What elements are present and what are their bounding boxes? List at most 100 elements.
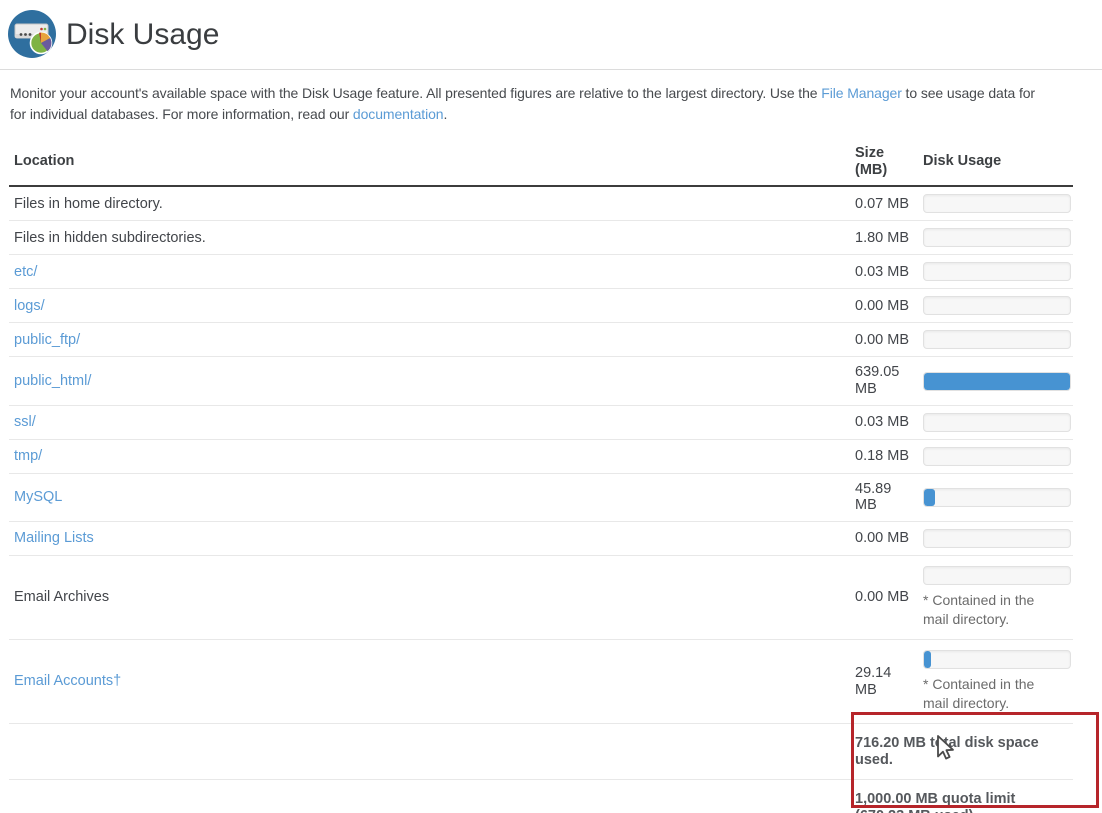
location-cell: public_ftp/ [9,323,846,357]
disk-usage-bar-fill [924,489,935,506]
size-value: 0.00 MB [846,289,915,323]
disk-usage-cell [915,473,1073,521]
size-value: 639.05 MB [846,357,915,405]
disk-usage-icon [8,10,56,58]
table-row: Files in home directory.0.07 MB [9,186,1073,221]
empty-cell [9,724,846,780]
disk-usage-page: { "header": { "title": "Disk Usage" }, "… [0,0,1102,813]
disk-usage-cell [915,405,1073,439]
location-link[interactable]: logs/ [14,298,45,314]
table-row: ssl/0.03 MB [9,405,1073,439]
table-footer: 716.20 MB total disk space used. 1,000.0… [9,724,1073,813]
size-value: 0.07 MB [846,186,915,221]
description-text: to see usage data for [902,85,1035,101]
file-manager-link[interactable]: File Manager [821,85,902,101]
disk-usage-cell [915,221,1073,255]
table-row: MySQL 45.89 MB [9,473,1073,521]
disk-usage-cell [915,439,1073,473]
description-text: Monitor your account's available space w… [10,85,821,101]
total-disk-space-cell: 716.20 MB total disk space used. [846,724,1073,780]
size-value: 0.00 MB [846,522,915,556]
location-cell: logs/ [9,289,846,323]
column-header-disk-usage: Disk Usage [915,138,1073,186]
quota-limit: 1,000.00 MB quota limit (670.23 MB used)… [855,791,1055,813]
documentation-link[interactable]: documentation [353,106,444,122]
disk-usage-bar [923,566,1071,585]
disk-usage-bar [923,262,1071,281]
location-link[interactable]: public_ftp/ [14,332,80,348]
size-value: 0.03 MB [846,405,915,439]
location-label: Files in home directory. [9,186,846,221]
disk-usage-bar [923,296,1071,315]
disk-usage-bar [923,650,1071,669]
disk-usage-cell [915,323,1073,357]
disk-usage-bar [923,413,1071,432]
disk-usage-bar [923,447,1071,466]
table-row: public_html/639.05 MB [9,357,1073,405]
page-header: Disk Usage [0,0,1102,70]
column-header-location: Location [9,138,846,186]
description: Monitor your account's available space w… [0,70,1102,125]
size-value: 0.00 MB [846,556,915,640]
size-value: 0.03 MB [846,255,915,289]
total-disk-space-used: 716.20 MB total disk space used. [855,735,1055,768]
size-value: 1.80 MB [846,221,915,255]
contained-in-mail-note: * Contained in the mail directory. [923,675,1063,713]
disk-usage-cell: * Contained in the mail directory. [915,556,1073,640]
disk-usage-bar [923,529,1071,548]
disk-usage-cell [915,522,1073,556]
disk-usage-bar-fill [924,373,1070,390]
location-link[interactable]: tmp/ [14,448,42,464]
disk-usage-bar-fill [924,651,931,668]
size-value: 0.18 MB [846,439,915,473]
disk-usage-table: Location Size (MB) Disk Usage Files in h… [9,138,1073,813]
contained-in-mail-note: * Contained in the mail directory. [923,591,1063,629]
disk-usage-cell [915,255,1073,289]
table-row: Files in hidden subdirectories.1.80 MB [9,221,1073,255]
table-row: Email Accounts† 29.14 MB* Contained in th… [9,640,1073,724]
disk-usage-cell [915,186,1073,221]
location-link[interactable]: public_html/ [14,373,91,389]
table-row: public_ftp/0.00 MB [9,323,1073,357]
table-header: Location Size (MB) Disk Usage [9,138,1073,186]
location-link[interactable]: etc/ [14,264,37,280]
location-link[interactable]: Mailing Lists [14,530,94,546]
table-row: logs/0.00 MB [9,289,1073,323]
quota-limit-cell: 1,000.00 MB quota limit (670.23 MB used)… [846,780,1073,813]
location-link[interactable]: ssl/ [14,414,36,430]
empty-cell [9,780,846,813]
location-label: Email Archives [9,556,846,640]
table-body: Files in home directory.0.07 MBFiles in … [9,186,1073,723]
disk-usage-bar [923,228,1071,247]
description-text: . [443,106,447,122]
disk-usage-cell: * Contained in the mail directory. [915,640,1073,724]
table-row: tmp/0.18 MB [9,439,1073,473]
table-row: Mailing Lists 0.00 MB [9,522,1073,556]
size-value: 0.00 MB [846,323,915,357]
size-value: 29.14 MB [846,640,915,724]
disk-usage-bar [923,194,1071,213]
disk-usage-bar [923,372,1071,391]
location-label: Files in hidden subdirectories. [9,221,846,255]
location-cell: Email Accounts† [9,640,846,724]
size-value: 45.89 MB [846,473,915,521]
location-link[interactable]: MySQL [14,489,62,505]
disk-usage-bar [923,488,1071,507]
description-line-1: Monitor your account's available space w… [10,83,1102,104]
total-disk-space-row: 716.20 MB total disk space used. [9,724,1073,780]
description-line-2: for individual databases. For more infor… [10,104,1102,125]
location-cell: etc/ [9,255,846,289]
disk-usage-bar [923,330,1071,349]
description-text: for individual databases. For more infor… [10,106,353,122]
location-link[interactable]: Email Accounts† [14,673,121,689]
page-title: Disk Usage [66,18,219,51]
table-row: etc/0.03 MB [9,255,1073,289]
location-cell: Mailing Lists [9,522,846,556]
quota-limit-row: 1,000.00 MB quota limit (670.23 MB used)… [9,780,1073,813]
location-cell: tmp/ [9,439,846,473]
location-cell: MySQL [9,473,846,521]
location-cell: public_html/ [9,357,846,405]
location-cell: ssl/ [9,405,846,439]
column-header-size: Size (MB) [846,138,915,186]
disk-usage-cell [915,357,1073,405]
